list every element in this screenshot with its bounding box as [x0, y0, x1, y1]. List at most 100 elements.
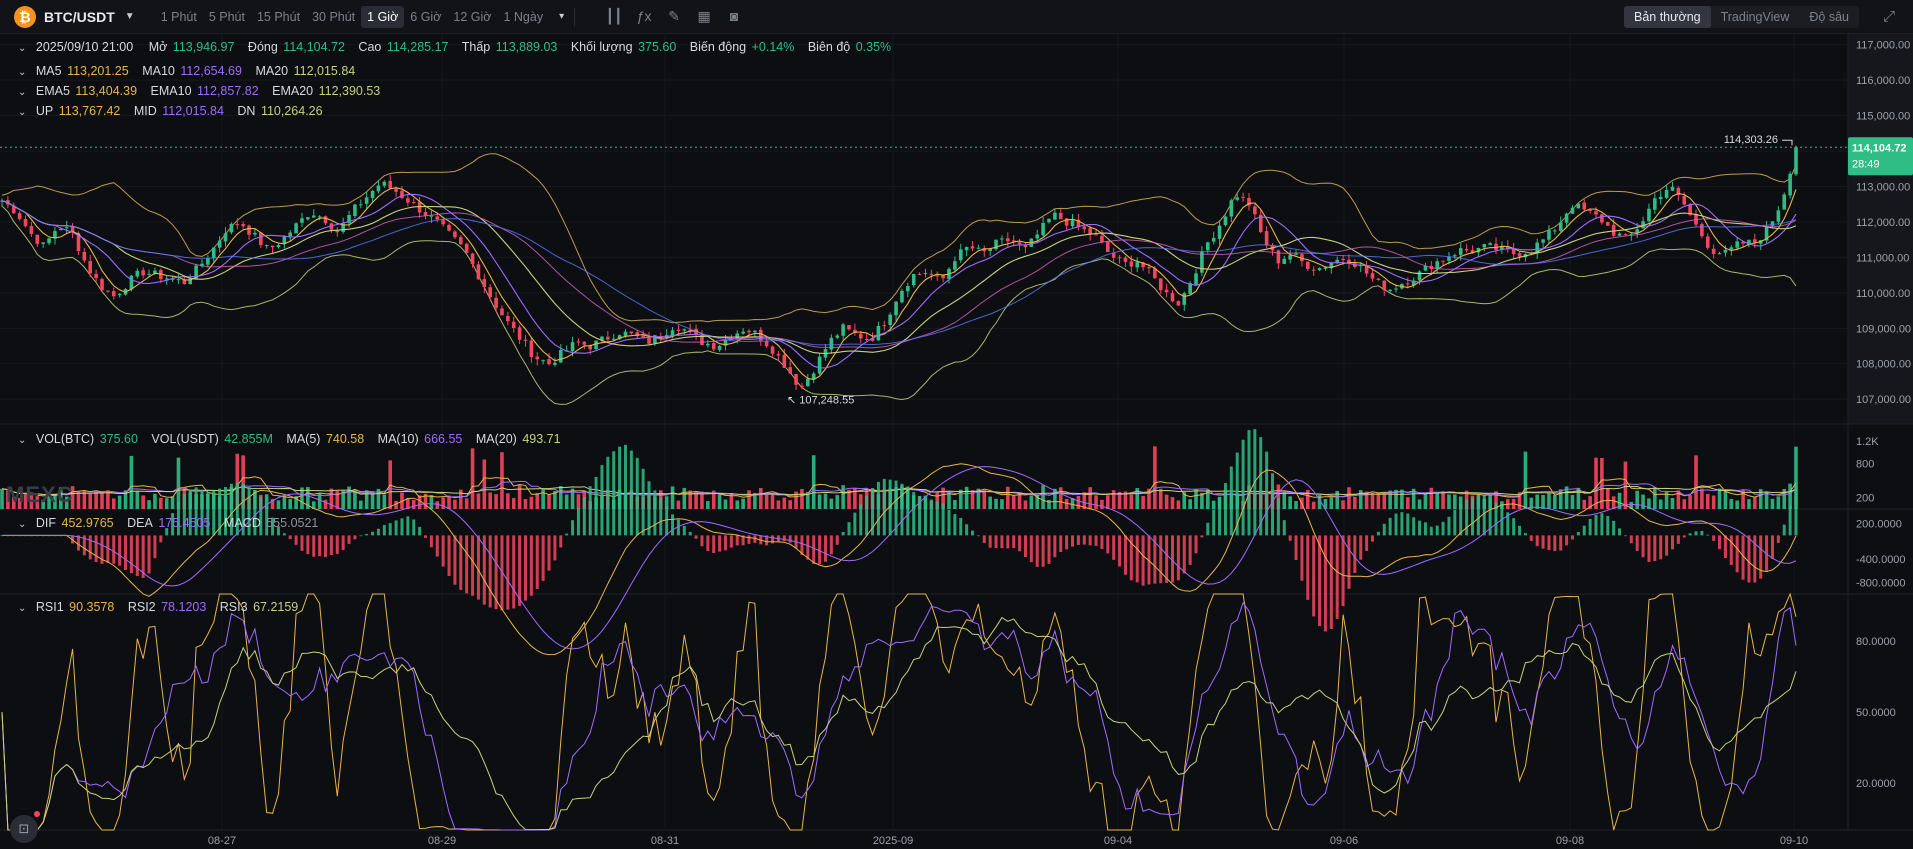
tab-5-minutes[interactable]: 5 Phút	[203, 6, 251, 28]
candle-body	[747, 330, 751, 333]
tab-1-day[interactable]: 1 Ngày	[497, 6, 549, 28]
macd-histogram-bar	[1565, 535, 1569, 546]
ema5-value: 113,404.39	[75, 84, 138, 98]
layout-icon[interactable]: ▦	[689, 8, 719, 25]
macd-histogram-bar	[406, 516, 410, 536]
candle-body	[1047, 218, 1051, 223]
candle-body	[276, 244, 281, 248]
macd-histogram-bar	[347, 535, 351, 544]
tab-30-minutes[interactable]: 30 Phút	[306, 6, 361, 28]
view-depth[interactable]: Độ sâu	[1799, 6, 1859, 28]
candle-body	[1253, 206, 1257, 215]
collapse-chevron-icon[interactable]: ⌄	[18, 435, 26, 446]
macd-histogram-bar	[382, 524, 386, 536]
candle-body	[611, 338, 616, 340]
candle-body	[1723, 249, 1728, 253]
more-timeframes-chevron-down-icon[interactable]: ▾	[559, 11, 564, 22]
ma10-value: 112,654.69	[180, 64, 242, 78]
collapse-chevron-icon[interactable]: ⌄	[18, 519, 26, 530]
macd-histogram-bar	[335, 535, 339, 555]
volume-value: 375.60	[638, 40, 677, 54]
candle-body	[17, 213, 22, 220]
candle-body	[1070, 220, 1075, 227]
trading-pair-selector[interactable]: BTC/USDT	[44, 9, 115, 25]
macd-histogram-bar	[1265, 451, 1269, 536]
macd-histogram-bar	[623, 444, 627, 536]
volume-bar	[1429, 487, 1434, 509]
candle-body	[288, 232, 293, 237]
macd-histogram-bar	[1659, 535, 1663, 560]
collapse-chevron-icon[interactable]: ⌄	[18, 67, 26, 78]
macd-histogram-bar	[1141, 535, 1145, 586]
low-marker-label: ↖ 107,248.55	[787, 394, 854, 406]
macd-histogram-bar	[329, 535, 333, 556]
macd-histogram-bar	[306, 535, 310, 555]
volume-bar	[741, 498, 745, 509]
fullscreen-icon[interactable]: ⤢	[1883, 8, 1895, 25]
volume-bar	[1294, 501, 1298, 509]
change-value: +0.14%	[751, 40, 795, 54]
candle-body	[553, 362, 557, 365]
volume-bar	[1688, 495, 1692, 509]
volume-bar	[1076, 495, 1081, 509]
chart-area[interactable]: 117,000.00116,000.00115,000.00114,000.00…	[0, 34, 1913, 849]
candle-body	[964, 247, 969, 251]
draw-icon[interactable]: ✎	[659, 8, 689, 25]
price-tick-label: 108,000.00	[1856, 359, 1911, 371]
collapse-chevron-icon[interactable]: ⌄	[18, 107, 26, 118]
candle-body	[776, 354, 781, 356]
volume-bar	[1705, 493, 1710, 509]
macd-histogram-bar	[1382, 523, 1386, 536]
macd-histogram-bar	[1623, 535, 1627, 537]
candle-body	[1388, 289, 1392, 292]
macd-histogram-bar	[835, 535, 839, 545]
volume-bar	[506, 493, 510, 509]
macd-histogram-bar	[1335, 535, 1339, 619]
candle-type-icon[interactable]: ┃┃	[599, 8, 629, 25]
macd-histogram-bar	[859, 504, 863, 536]
macd-histogram-bar	[641, 468, 645, 536]
high-label: Cao	[358, 40, 382, 54]
macd-histogram-bar	[1412, 517, 1416, 536]
volume-bar	[1453, 494, 1457, 509]
macd-histogram-bar	[153, 535, 157, 559]
vol-ma10-value: 666.55	[424, 432, 463, 446]
pair-dropdown-chevron-down-icon[interactable]: ▼	[125, 11, 135, 22]
macd-histogram-bar	[1100, 535, 1104, 550]
ma20-value: 112,015.84	[293, 64, 356, 78]
candle-body	[1517, 253, 1522, 257]
tab-6-hours[interactable]: 6 Giờ	[404, 6, 447, 28]
candle-body	[1129, 261, 1134, 267]
collapse-chevron-icon[interactable]: ⌄	[18, 87, 26, 98]
view-standard[interactable]: Bản thường	[1623, 6, 1711, 28]
macd-histogram-bar	[865, 495, 869, 536]
volume-bar	[88, 493, 93, 509]
candle-body	[1311, 269, 1316, 271]
macd-histogram-bar	[1306, 535, 1310, 600]
macd-histogram-bar	[1394, 513, 1398, 536]
tab-1-minute[interactable]: 1 Phút	[155, 6, 203, 28]
vol-usdt-label: VOL(USDT)	[151, 432, 219, 446]
indicator-icon[interactable]: ƒx	[629, 8, 659, 25]
volume-bar	[1141, 495, 1145, 509]
collapse-chevron-icon[interactable]: ⌄	[18, 43, 26, 54]
macd-histogram-bar	[1076, 535, 1080, 545]
tab-12-hours[interactable]: 12 Giờ	[447, 6, 497, 28]
view-tradingview[interactable]: TradingView	[1711, 6, 1800, 28]
macd-histogram-bar	[929, 499, 933, 536]
volume-bar	[717, 494, 722, 509]
macd-histogram-bar	[1570, 535, 1574, 540]
tab-1-hour[interactable]: 1 Giờ	[361, 5, 405, 28]
candle-body	[706, 343, 710, 346]
macd-histogram-bar	[471, 535, 475, 596]
collapse-chevron-icon[interactable]: ⌄	[18, 603, 26, 614]
macd-histogram-bar	[1318, 535, 1322, 627]
crosshair-toggle-icon[interactable]: ⊡	[10, 815, 38, 843]
volume-bar	[723, 499, 728, 509]
candle-body	[23, 219, 28, 227]
candle-body	[294, 223, 298, 234]
macd-histogram-bar	[1406, 513, 1410, 536]
macd-histogram-bar	[1588, 518, 1592, 536]
camera-icon[interactable]: ◙	[719, 8, 749, 25]
tab-15-minutes[interactable]: 15 Phút	[251, 6, 306, 28]
